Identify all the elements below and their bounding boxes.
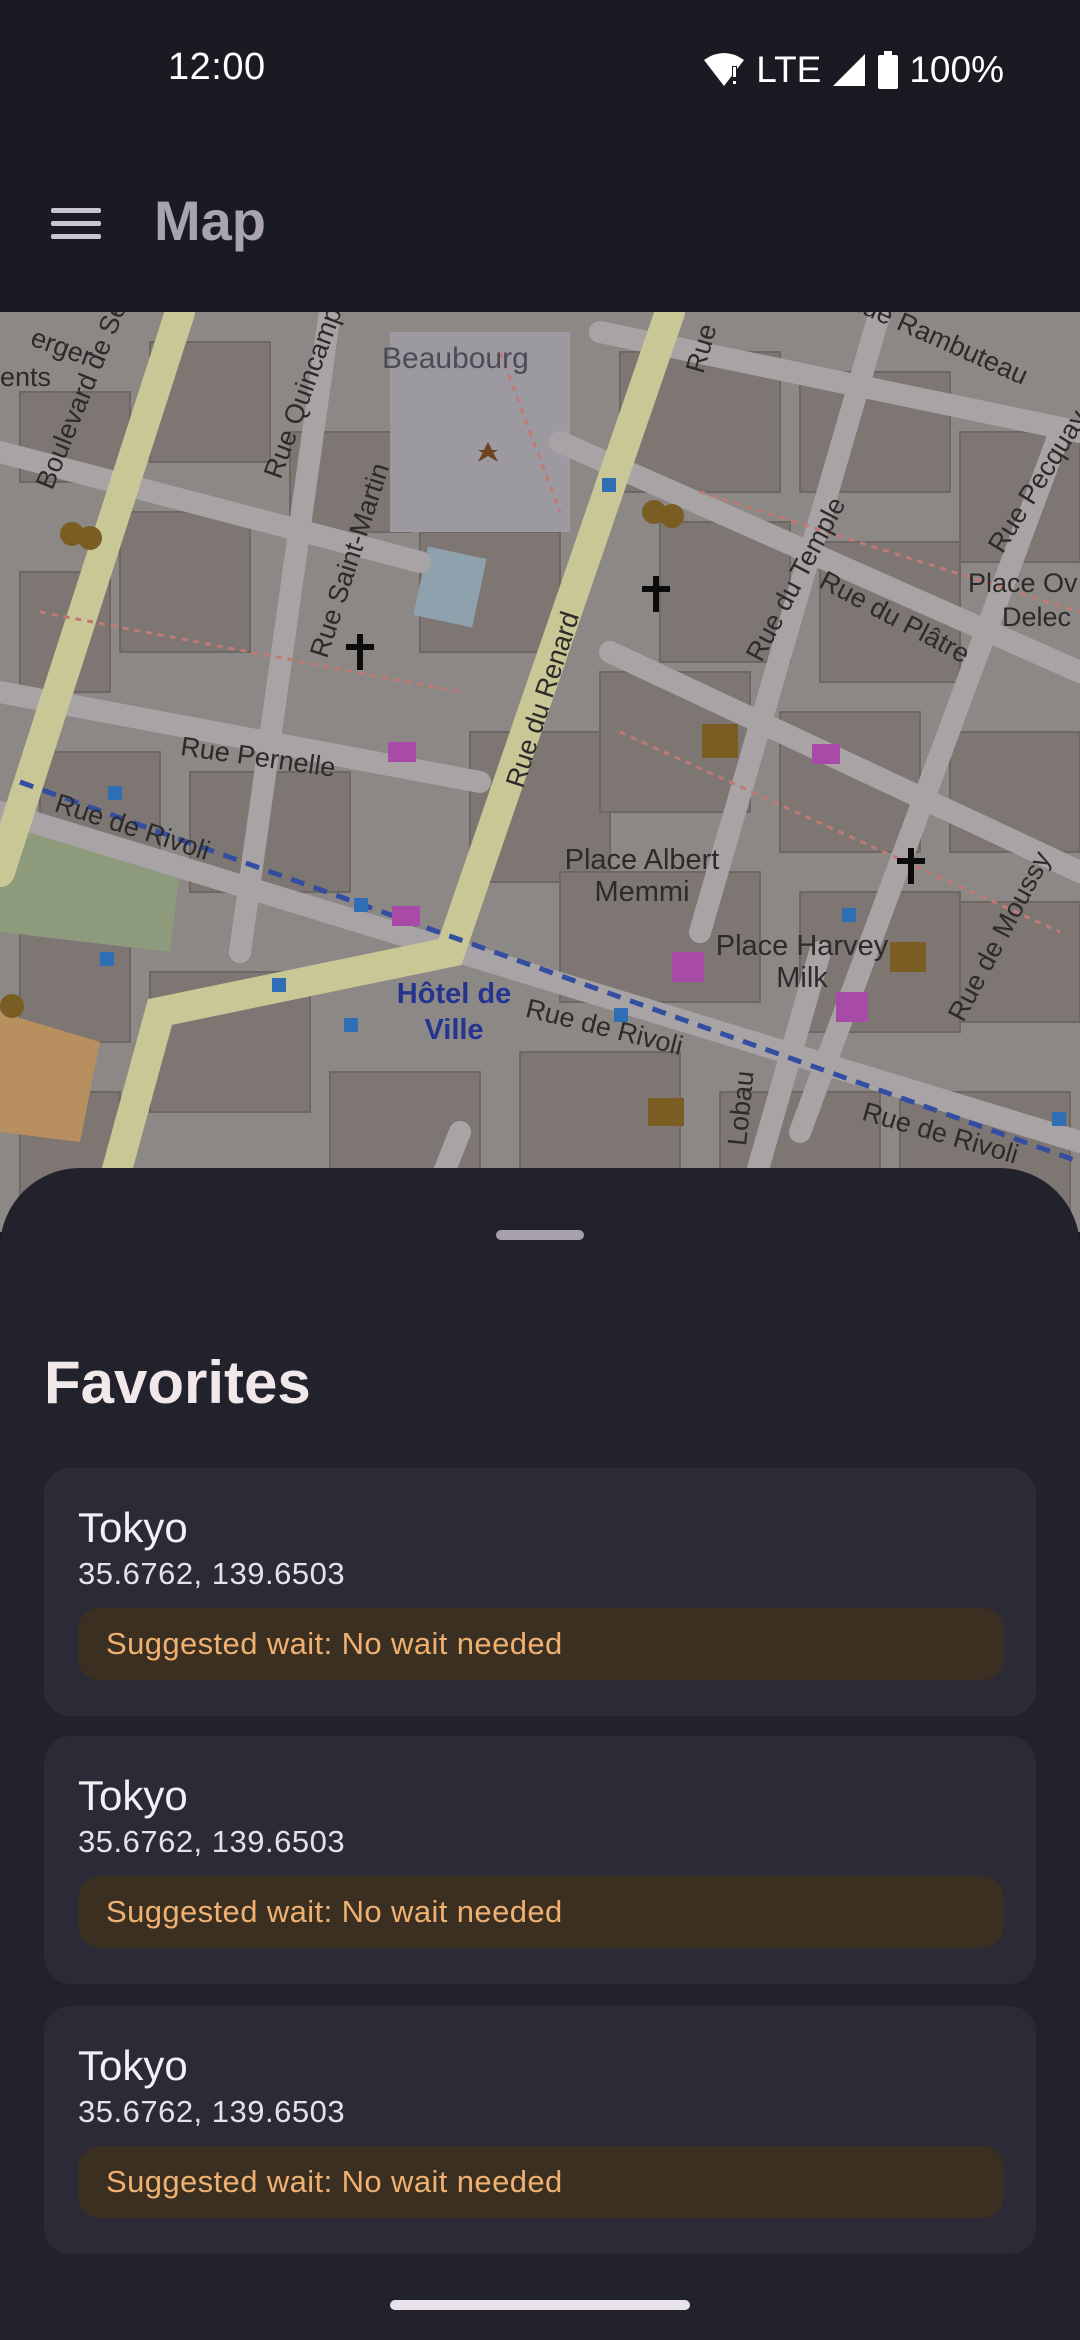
favorites-bottom-sheet[interactable]: Favorites Tokyo 35.6762, 139.6503 Sugges… [0, 1168, 1080, 2340]
top-app-bar: Map [0, 140, 1080, 312]
network-type: LTE [756, 49, 822, 90]
signal-icon [831, 52, 867, 88]
map-label-place-albert-line2: Memmi [594, 876, 690, 908]
map-label-place-ov: Place Ov [968, 568, 1078, 598]
map-label-place-albert-line1: Place Albert [564, 844, 720, 876]
favorite-coords: 35.6762, 139.6503 [78, 1556, 346, 1591]
map-label-hotel-line2: Ville [424, 1014, 484, 1046]
favorite-name: Tokyo [78, 2042, 188, 2089]
map-label-delec: Delec [1002, 602, 1072, 632]
suggested-wait-chip: Suggested wait: No wait needed [78, 1608, 1004, 1680]
suggested-wait-text: Suggested wait: No wait needed [106, 1894, 563, 1929]
map-tiles [0, 312, 1080, 1232]
map-label-place-harvey-line2: Milk [776, 962, 828, 994]
favorite-name: Tokyo [78, 1504, 188, 1551]
map-view[interactable]: Beaubourg erger ents Boulevard de Sébast… [0, 312, 1080, 1232]
map-label-place-harvey-line1: Place Harvey [715, 930, 889, 962]
page-title: Map [154, 189, 266, 252]
map-label-beaubourg: Beaubourg [382, 342, 529, 375]
favorite-card[interactable]: Tokyo 35.6762, 139.6503 Suggested wait: … [44, 1468, 1036, 1716]
map-label-place-harvey-milk: Place Harvey Milk [712, 930, 892, 994]
map-label-hotel-de-ville: Hôtel de Ville [384, 976, 524, 1048]
battery-level: 100% [909, 49, 1004, 90]
favorite-card[interactable]: Tokyo 35.6762, 139.6503 Suggested wait: … [44, 2006, 1036, 2254]
favorite-coords: 35.6762, 139.6503 [78, 2094, 346, 2129]
favorite-card[interactable]: Tokyo 35.6762, 139.6503 Suggested wait: … [44, 1736, 1036, 1984]
favorite-coords: 35.6762, 139.6503 [78, 1824, 346, 1859]
map-label-place-albert-memmi: Place Albert Memmi [562, 844, 722, 908]
suggested-wait-chip: Suggested wait: No wait needed [78, 2146, 1004, 2218]
drag-handle[interactable] [496, 1230, 584, 1240]
map-label-ents: ents [0, 362, 52, 392]
favorites-title: Favorites [44, 1349, 311, 1416]
suggested-wait-text: Suggested wait: No wait needed [106, 1626, 563, 1661]
battery-icon [877, 51, 899, 89]
suggested-wait-text: Suggested wait: No wait needed [106, 2164, 563, 2199]
map-label-hotel-line1: Hôtel de [396, 978, 512, 1010]
favorite-name: Tokyo [78, 1772, 188, 1819]
status-time: 12:00 [168, 46, 266, 88]
status-bar: 12:00 LTE 100% [0, 0, 1080, 140]
wifi-warning-icon [702, 52, 746, 88]
status-icons: LTE 100% [702, 46, 1004, 94]
menu-button[interactable] [36, 186, 116, 266]
home-indicator[interactable] [390, 2300, 690, 2310]
hamburger-menu-icon [51, 206, 101, 247]
suggested-wait-chip: Suggested wait: No wait needed [78, 1876, 1004, 1948]
